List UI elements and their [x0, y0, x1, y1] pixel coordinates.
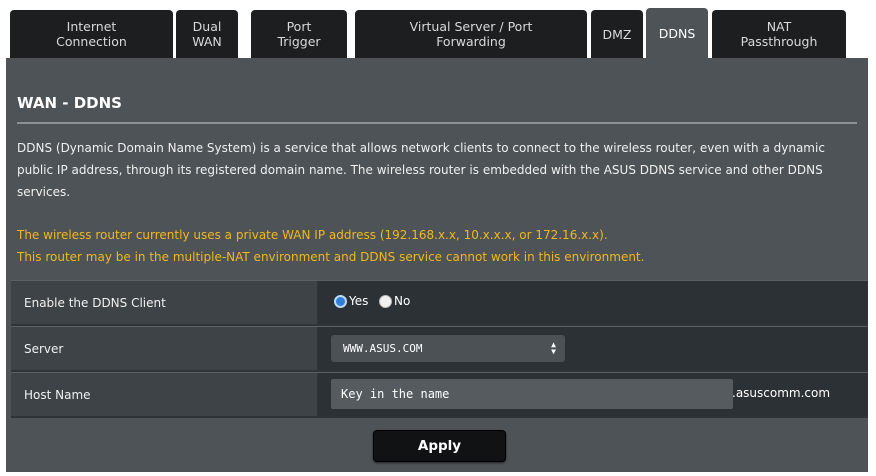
enable-yes-label: Yes	[349, 294, 369, 308]
tab-port-trigger[interactable]: Port Trigger	[251, 10, 347, 58]
tab-nat-passthrough[interactable]: NAT Passthrough	[712, 10, 846, 58]
tab-virtual-server[interactable]: Virtual Server / Port Forwarding	[355, 10, 587, 58]
apply-button[interactable]: Apply	[373, 430, 506, 462]
enable-no-radio[interactable]	[379, 295, 392, 308]
host-name-input[interactable]	[331, 379, 733, 409]
row-enable-ddns: Enable the DDNS Client Yes No	[11, 280, 868, 324]
select-arrows-icon: ▲ ▼	[551, 340, 556, 356]
row-host-name: Host Name .asuscomm.com	[11, 372, 868, 416]
private-ip-warning: The wireless router currently uses a pri…	[17, 224, 863, 268]
tab-bar: Internet Connection Dual WAN Port Trigge…	[6, 4, 868, 58]
tab-ddns[interactable]: DDNS	[646, 8, 708, 58]
warning-line-2: This router may be in the multiple-NAT e…	[17, 250, 645, 264]
enable-ddns-label: Enable the DDNS Client	[11, 281, 317, 324]
title-divider	[17, 122, 857, 124]
page-title: WAN - DDNS	[17, 94, 122, 112]
server-select[interactable]: WWW.ASUS.COM ▲ ▼	[331, 335, 565, 362]
ddns-panel: Internet Connection Dual WAN Port Trigge…	[6, 4, 868, 472]
row-server: Server WWW.ASUS.COM ▲ ▼	[11, 326, 868, 370]
ddns-settings-table: Enable the DDNS Client Yes No Server WWW…	[11, 280, 868, 418]
ddns-description: DDNS (Dynamic Domain Name System) is a s…	[17, 141, 825, 199]
server-selected-value: WWW.ASUS.COM	[343, 342, 423, 355]
enable-yes-radio[interactable]	[334, 295, 347, 308]
tab-dual-wan[interactable]: Dual WAN	[176, 10, 238, 58]
host-name-label: Host Name	[11, 373, 317, 416]
server-label: Server	[11, 327, 317, 370]
tab-dmz[interactable]: DMZ	[591, 10, 643, 58]
enable-no-label: No	[394, 294, 411, 308]
warning-line-1: The wireless router currently uses a pri…	[17, 228, 608, 242]
tab-internet-connection[interactable]: Internet Connection	[10, 10, 173, 58]
host-suffix: .asuscomm.com	[732, 386, 831, 400]
